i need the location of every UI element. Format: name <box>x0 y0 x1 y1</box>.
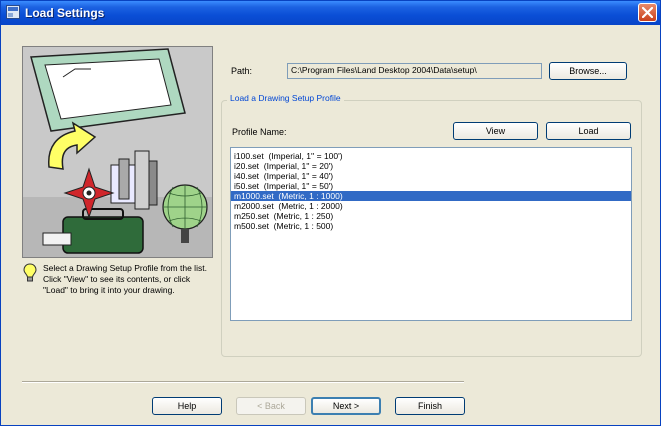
path-label: Path: <box>231 66 253 76</box>
list-item-selected[interactable]: m1000.set (Metric, 1 : 1000) <box>231 191 631 201</box>
group-title: Load a Drawing Setup Profile <box>227 93 344 103</box>
help-button[interactable]: Help <box>152 397 222 415</box>
window-title: Load Settings <box>25 6 105 20</box>
list-item[interactable]: m250.set (Metric, 1 : 250) <box>231 211 631 221</box>
title-bar[interactable]: Load Settings <box>1 1 660 25</box>
list-item[interactable]: i40.set (Imperial, 1'' = 40') <box>231 171 631 181</box>
profile-list[interactable]: i100.set (Imperial, 1'' = 100') i20.set … <box>230 147 632 321</box>
close-button[interactable] <box>638 3 657 22</box>
next-button[interactable]: Next > <box>311 397 381 415</box>
tip-text: Select a Drawing Setup Profile from the … <box>43 263 207 295</box>
profile-name-label: Profile Name: <box>232 127 287 137</box>
close-icon <box>642 7 653 18</box>
back-button[interactable]: < Back <box>236 397 306 415</box>
window-icon <box>6 5 20 19</box>
list-item[interactable]: i100.set (Imperial, 1'' = 100') <box>231 151 631 161</box>
lightbulb-icon <box>23 263 37 283</box>
list-item[interactable]: i20.set (Imperial, 1'' = 20') <box>231 161 631 171</box>
finish-button[interactable]: Finish <box>395 397 465 415</box>
list-item[interactable]: m2000.set (Metric, 1 : 2000) <box>231 201 631 211</box>
browse-button[interactable]: Browse... <box>549 62 627 80</box>
view-button[interactable]: View <box>453 122 538 140</box>
wizard-illustration <box>22 46 213 258</box>
load-button[interactable]: Load <box>546 122 631 140</box>
load-settings-dialog: Load Settings Select a Drawing Setup Pro… <box>0 0 661 426</box>
footer-separator <box>22 381 464 383</box>
path-field[interactable]: C:\Program Files\Land Desktop 2004\Data\… <box>287 63 542 79</box>
list-item[interactable]: m500.set (Metric, 1 : 500) <box>231 221 631 231</box>
list-item[interactable]: i50.set (Imperial, 1'' = 50') <box>231 181 631 191</box>
